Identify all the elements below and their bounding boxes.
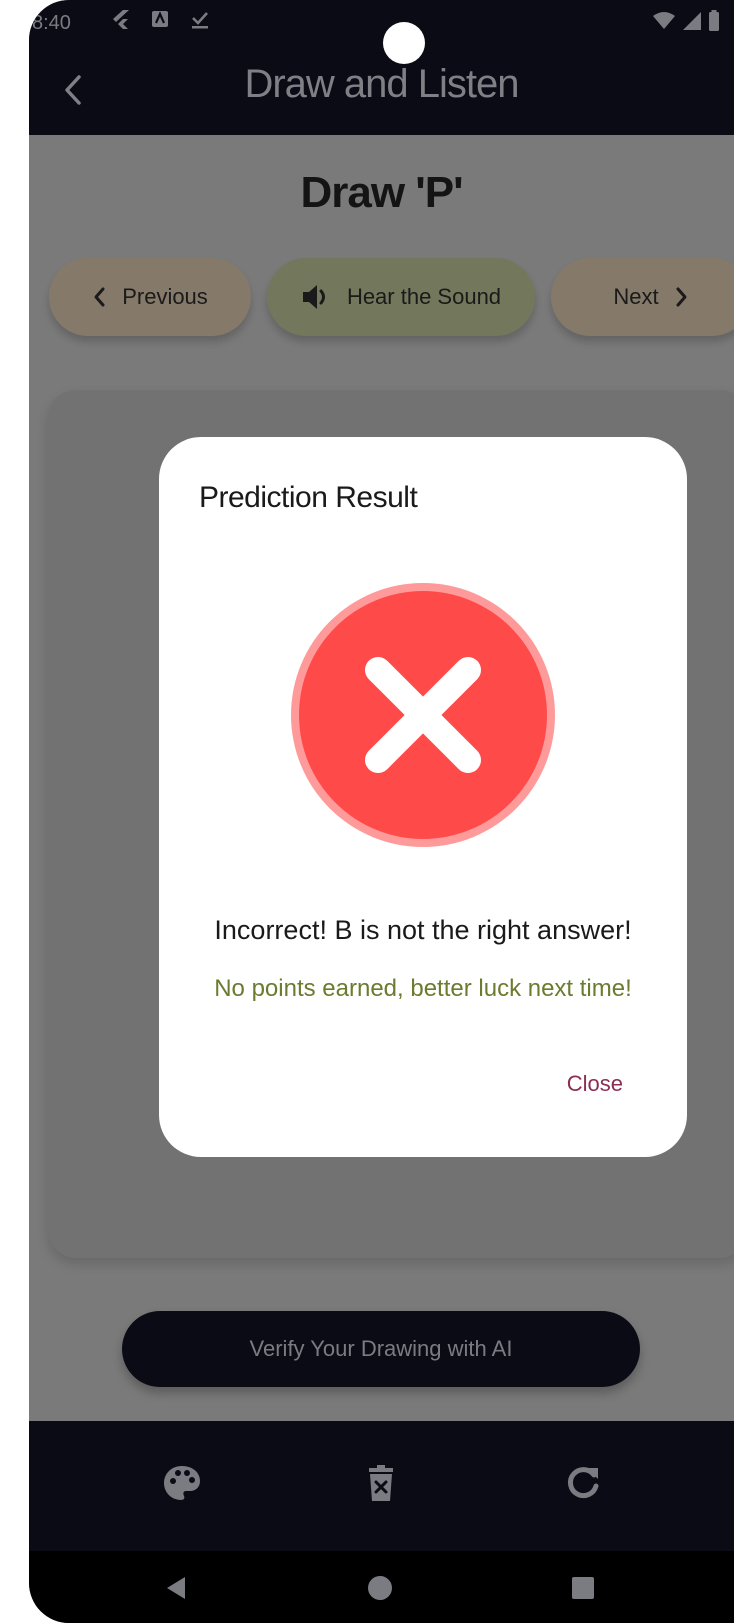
nav-recents-button[interactable] — [566, 1571, 600, 1605]
signal-icon — [683, 12, 701, 30]
error-x-icon — [291, 583, 555, 847]
battery-icon — [709, 10, 719, 31]
chevron-left-icon — [94, 287, 105, 307]
dialog-title: Prediction Result — [199, 481, 418, 514]
download-done-icon — [192, 12, 208, 29]
nav-back-icon — [167, 1577, 185, 1599]
app-icon — [152, 11, 168, 27]
close-button[interactable]: Close — [559, 1065, 631, 1103]
verify-label: Verify Your Drawing with AI — [249, 1336, 513, 1361]
status-notification-icons — [109, 8, 211, 30]
delete-icon — [369, 1465, 393, 1501]
app-header: 8:40 Draw and Listen — [29, 0, 734, 135]
chevron-right-icon — [676, 287, 687, 307]
refresh-icon — [567, 1467, 599, 1499]
next-button[interactable]: Next — [551, 258, 734, 336]
status-bar: 8:40 — [29, 8, 734, 38]
drawing-toolbar — [29, 1421, 734, 1551]
nav-home-icon — [368, 1576, 392, 1600]
points-message: No points earned, better luck next time! — [214, 975, 632, 1002]
prediction-result-dialog: Prediction Result Incorrect! B is not th… — [159, 437, 687, 1157]
result-message: Incorrect! B is not the right answer! — [214, 915, 632, 945]
palette-icon — [164, 1466, 200, 1500]
previous-button[interactable]: Previous — [49, 258, 251, 336]
clear-canvas-button[interactable] — [359, 1461, 403, 1505]
previous-label: Previous — [122, 284, 208, 309]
wifi-icon — [653, 12, 675, 29]
reset-button[interactable] — [561, 1461, 605, 1505]
camera-cutout — [383, 22, 425, 64]
volume-icon — [302, 285, 325, 309]
page-title: Draw 'P' — [300, 168, 463, 217]
sound-label: Hear the Sound — [346, 284, 502, 309]
hear-sound-button[interactable]: Hear the Sound — [267, 258, 535, 336]
palette-button[interactable] — [160, 1461, 204, 1505]
status-time: 8:40 — [32, 12, 71, 34]
phone-screen: 8:40 Draw and Listen Draw 'P' Previous H… — [29, 0, 734, 1623]
nav-back-button[interactable] — [160, 1571, 194, 1605]
verify-drawing-button[interactable]: Verify Your Drawing with AI — [122, 1311, 640, 1387]
nav-recents-icon — [572, 1577, 594, 1599]
system-navigation-bar — [29, 1551, 734, 1623]
status-system-icons — [652, 10, 720, 32]
next-label: Next — [613, 284, 659, 309]
nav-home-button[interactable] — [363, 1571, 397, 1605]
app-title: Draw and Listen — [244, 62, 519, 106]
flutter-icon — [113, 10, 129, 29]
